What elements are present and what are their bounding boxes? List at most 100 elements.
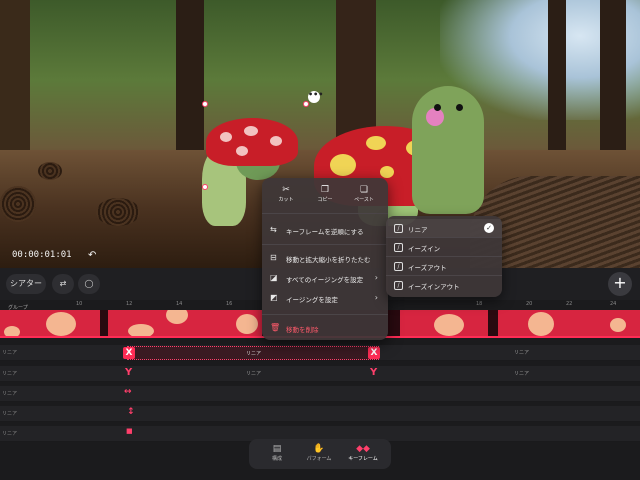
checkmark-icon: ✓ bbox=[484, 223, 494, 233]
timecode-display: 00:00:01:01 bbox=[12, 250, 72, 260]
keyframe-marker[interactable]: ■ bbox=[126, 427, 133, 435]
scene-button[interactable]: シアター bbox=[6, 274, 46, 294]
undo-icon[interactable]: ↶ bbox=[88, 250, 96, 261]
pine-cone bbox=[38, 162, 62, 180]
keyframe-context-menu: ✂ カット ❐ コピー ❏ ペースト ⇆ キーフレームを逆順にする ⊟ 移動と拡… bbox=[262, 178, 388, 340]
cap-spot bbox=[330, 154, 356, 176]
selection-handle[interactable] bbox=[202, 101, 208, 107]
menu-item-label: 移動を削除 bbox=[286, 326, 319, 334]
creature-eye bbox=[434, 104, 441, 111]
trash-icon: 🗑 bbox=[270, 323, 281, 332]
frame-spot bbox=[528, 312, 554, 336]
easing-option-label: イーズインアウト bbox=[408, 283, 460, 291]
cut-label: カット bbox=[278, 197, 294, 203]
nav-item-keyframe[interactable]: ◆◆ キーフレーム bbox=[339, 443, 387, 462]
easing-curve-icon: / bbox=[394, 281, 403, 290]
keyframe-track[interactable]: リニア bbox=[0, 406, 640, 422]
easing-curve-icon: / bbox=[394, 262, 403, 271]
ruler-tick: 14 bbox=[176, 301, 183, 307]
reverse-icon: ⇆ bbox=[270, 225, 277, 234]
clip-frame bbox=[400, 310, 488, 337]
selection-handle[interactable] bbox=[202, 184, 208, 190]
ruler-tick: 18 bbox=[476, 301, 483, 307]
pine-cone bbox=[96, 198, 140, 226]
keyframe-end-x[interactable]: X bbox=[368, 347, 380, 359]
set-all-easing-item[interactable]: ◪ すべてのイージングを設定 › bbox=[262, 268, 388, 290]
group-label: グループ bbox=[8, 305, 28, 311]
keyframe-start-x[interactable]: X bbox=[123, 347, 135, 359]
track-easing-label: リニア bbox=[2, 411, 18, 417]
cut-button[interactable]: ✂ カット bbox=[266, 184, 306, 203]
menu-item-label: すべてのイージングを設定 bbox=[286, 276, 364, 284]
ruler-tick: 10 bbox=[76, 301, 83, 307]
nav-item-label: キーフレーム bbox=[348, 456, 378, 462]
frame-spot bbox=[46, 312, 76, 336]
track-easing-label: リニア bbox=[514, 371, 530, 377]
comment-bubble-icon[interactable]: ◯ bbox=[78, 274, 100, 294]
track-easing-label: リニア bbox=[514, 350, 530, 356]
menu-divider bbox=[262, 244, 388, 245]
menu-item-label: 移動と拡大縮小を折りたたむ bbox=[286, 256, 371, 264]
selection-handle[interactable] bbox=[303, 101, 309, 107]
scissors-icon: ✂ bbox=[282, 185, 290, 195]
track-easing-label: リニア bbox=[2, 431, 18, 437]
easing-option-ease-in-out[interactable]: / イーズインアウト bbox=[386, 276, 502, 295]
easing-curve-icon: / bbox=[394, 243, 403, 252]
keyframe-track[interactable]: リニア bbox=[0, 386, 640, 402]
frame-spot bbox=[236, 314, 258, 334]
hand-icon: ✋ bbox=[313, 444, 325, 454]
delete-move-item[interactable]: 🗑 移動を削除 bbox=[262, 318, 388, 340]
easing-option-label: リニア bbox=[408, 226, 428, 234]
frame-spot bbox=[434, 314, 464, 336]
frame-spot bbox=[610, 318, 626, 332]
creature-body bbox=[412, 86, 484, 214]
vertical-move-icon[interactable]: ↕ bbox=[127, 407, 135, 417]
ruler-tick: 12 bbox=[126, 301, 133, 307]
paste-button[interactable]: ❏ ペースト bbox=[344, 184, 384, 203]
cap-spot bbox=[236, 146, 248, 156]
horizontal-move-icon[interactable]: ↔ bbox=[124, 387, 132, 397]
cap-spot bbox=[244, 126, 258, 136]
paste-label: ペースト bbox=[354, 197, 374, 203]
add-button[interactable]: + bbox=[608, 272, 632, 296]
creature-cheek bbox=[426, 108, 444, 126]
easing-option-ease-in[interactable]: / イーズイン bbox=[386, 238, 502, 257]
easing-submenu: / リニア ✓ / イーズイン / イーズアウト / イーズインアウト bbox=[386, 216, 502, 297]
nav-item-compose[interactable]: ▤ 構成 bbox=[255, 443, 299, 462]
copy-button[interactable]: ❐ コピー bbox=[305, 184, 345, 203]
cap-spot bbox=[270, 136, 282, 146]
menu-item-label: イージングを設定 bbox=[286, 296, 338, 304]
tree-trunk bbox=[0, 0, 30, 150]
clip-frame bbox=[108, 310, 262, 337]
ruler-tick: 20 bbox=[526, 301, 533, 307]
easing-option-label: イーズアウト bbox=[408, 264, 447, 272]
keyframe-start-y[interactable]: Y bbox=[125, 367, 132, 378]
easing-option-ease-out[interactable]: / イーズアウト bbox=[386, 257, 502, 276]
ruler-tick: 24 bbox=[610, 301, 617, 307]
collapse-icon: ⊟ bbox=[270, 253, 277, 262]
cap-spot bbox=[220, 132, 232, 142]
bottom-mode-switcher: ▤ 構成 ✋ パフォーム ◆◆ キーフレーム bbox=[249, 439, 391, 469]
more-dots-icon[interactable]: ••• bbox=[308, 91, 323, 103]
easing-option-label: イーズイン bbox=[408, 245, 441, 253]
set-easing-item[interactable]: ◩ イージングを設定 › bbox=[262, 288, 388, 310]
tree-trunk bbox=[600, 0, 626, 170]
copy-icon: ❐ bbox=[320, 185, 330, 195]
collapse-move-scale-item[interactable]: ⊟ 移動と拡大縮小を折りたたむ bbox=[262, 248, 388, 270]
nav-item-label: 構成 bbox=[271, 456, 282, 462]
track-easing-label: リニア bbox=[246, 371, 262, 377]
ease-all-icon: ◪ bbox=[270, 273, 278, 282]
nav-item-perform[interactable]: ✋ パフォーム bbox=[297, 443, 341, 462]
keyframe-track[interactable]: リニア リニア リニア bbox=[0, 366, 640, 382]
clipboard-actions: ✂ カット ❐ コピー ❏ ペースト bbox=[262, 178, 388, 214]
nav-item-label: パフォーム bbox=[306, 456, 332, 462]
track-easing-label: リニア bbox=[2, 371, 18, 377]
easing-option-linear[interactable]: / リニア ✓ bbox=[386, 219, 502, 238]
pine-cone bbox=[0, 186, 36, 222]
swap-icon[interactable]: ⇄ bbox=[52, 274, 74, 294]
green-creature-character[interactable] bbox=[412, 86, 488, 216]
track-easing-label: リニア bbox=[2, 391, 18, 397]
keyframe-end-y[interactable]: Y bbox=[370, 367, 377, 378]
tree-trunk bbox=[548, 0, 566, 160]
reverse-keyframes-item[interactable]: ⇆ キーフレームを逆順にする bbox=[262, 220, 388, 242]
